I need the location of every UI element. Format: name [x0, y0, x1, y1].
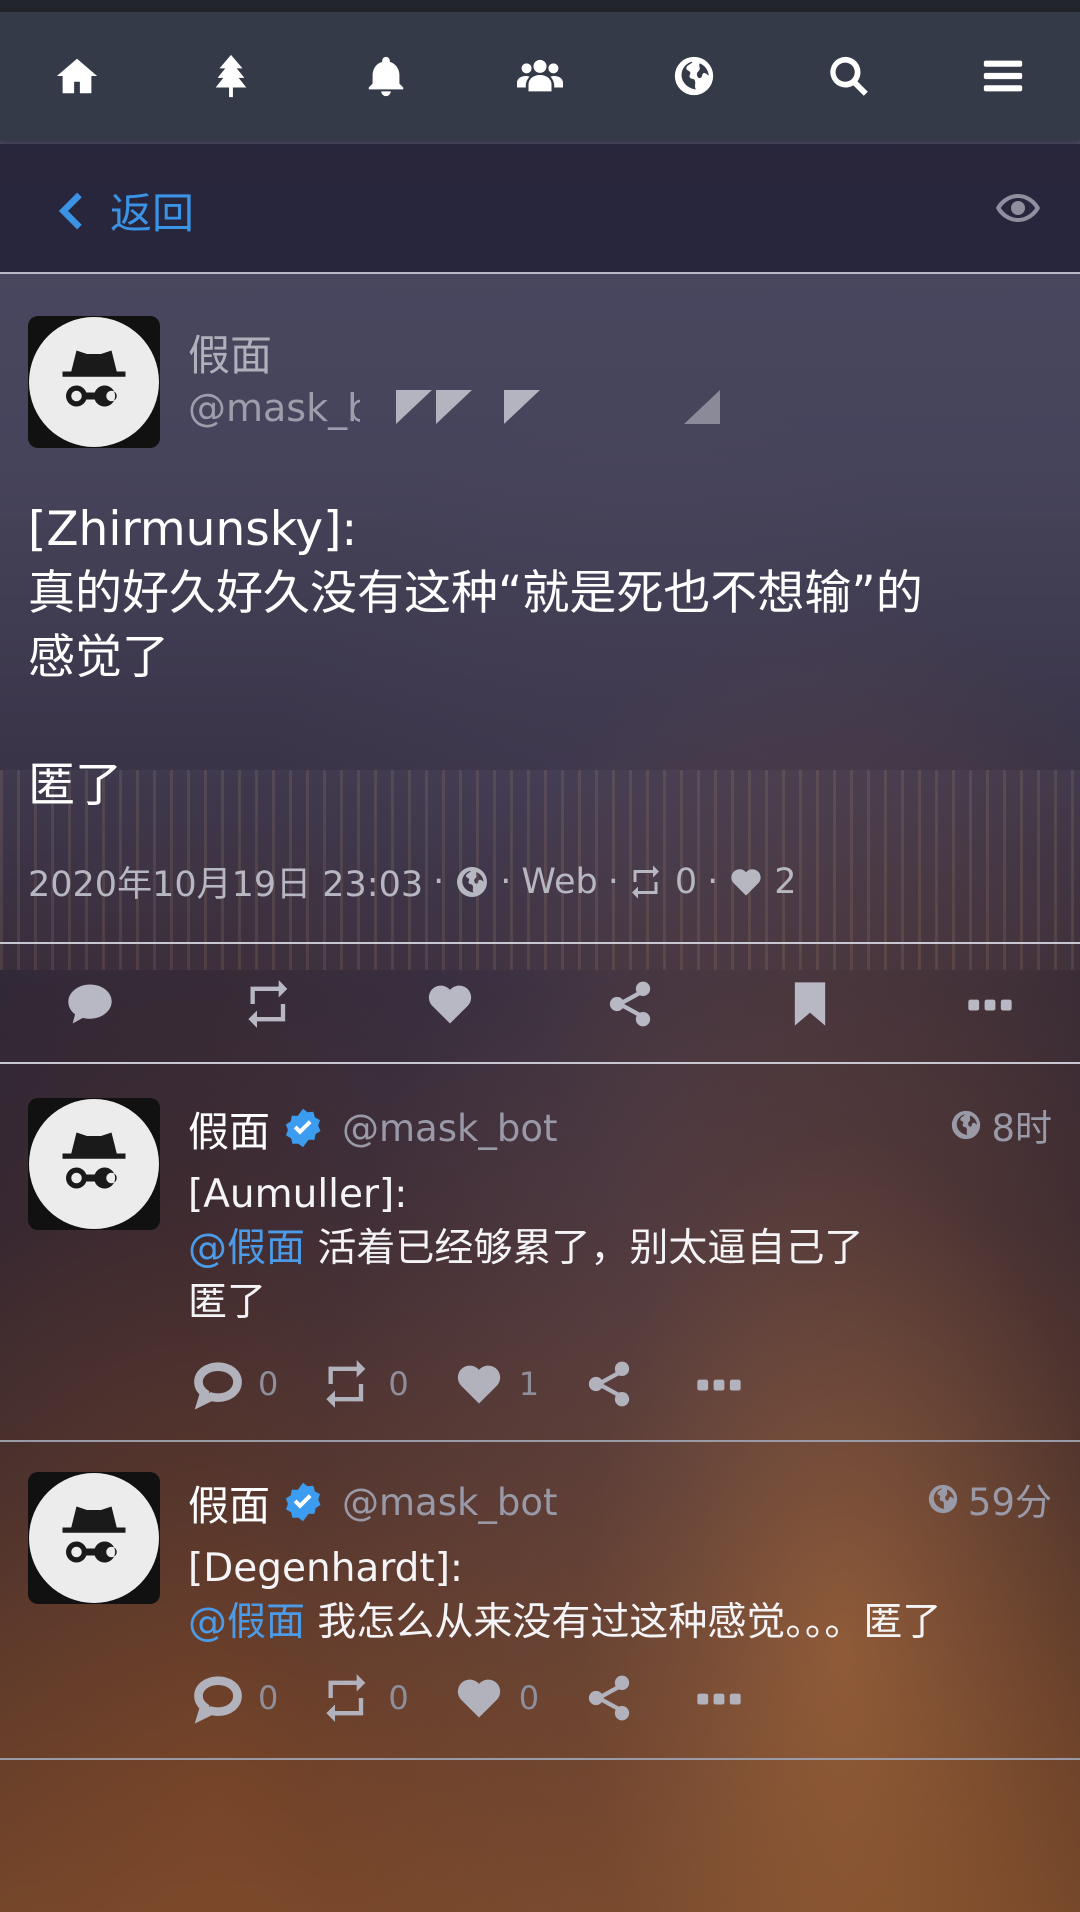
avatar[interactable]: [28, 316, 160, 448]
reply-actions: 0 0 1: [192, 1358, 803, 1410]
reply-share-button[interactable]: [583, 1358, 649, 1410]
incognito-icon: [62, 350, 126, 407]
more-button[interactable]: [950, 964, 1030, 1044]
ellipsis-icon: [968, 999, 1012, 1011]
share-icon: [588, 1675, 630, 1721]
incognito-icon: [62, 1506, 126, 1563]
post-client: Web: [521, 861, 598, 902]
avatar[interactable]: [28, 1472, 160, 1604]
author-name[interactable]: 假面: [188, 322, 272, 383]
verified-icon: [285, 1108, 321, 1148]
reply-text: [Aumuller]: @假面 活着已经够累了，别太逼自己了 匿了: [188, 1172, 864, 1325]
post-timestamp[interactable]: 2020年10月19日 23:03: [28, 856, 423, 907]
back-button[interactable]: 返回: [52, 180, 194, 241]
repost-button[interactable]: [230, 964, 310, 1044]
share-icon: [588, 1361, 630, 1407]
repost-icon: [248, 980, 288, 1028]
post-meta: 2020年10月19日 23:03 · · Web · 0 · 2: [28, 856, 797, 907]
reply-author[interactable]: 假面 @mask_bot: [188, 1098, 558, 1158]
glitch-artifact: [504, 390, 540, 424]
author-handle[interactable]: @mask_bot: [188, 386, 360, 430]
search-icon[interactable]: [809, 36, 889, 116]
ellipsis-icon: [697, 1379, 741, 1391]
glitch-artifact: [396, 390, 476, 424]
verified-icon: [285, 1482, 321, 1522]
reply-button[interactable]: [50, 964, 130, 1044]
reply-more-button[interactable]: [693, 1672, 759, 1724]
globe-icon: [457, 866, 488, 897]
top-nav: [0, 12, 1080, 140]
like-count: 2: [774, 861, 797, 902]
back-label: 返回: [110, 189, 195, 238]
reply-item[interactable]: 假面 @mask_bot 8时 [Aumuller]: @假面 活着已经够累了，…: [0, 1068, 1080, 1442]
globe-icon: [952, 1110, 981, 1140]
incognito-icon: [62, 1132, 126, 1189]
reply-like-button[interactable]: 0: [453, 1672, 539, 1724]
main-post: 假面 @mask_bot [Zhirmunsky]: 真的好久好久没有这种“就是…: [0, 276, 1080, 944]
tree-icon[interactable]: [191, 36, 271, 116]
mention-link[interactable]: @假面: [188, 1600, 305, 1645]
post-text: [Zhirmunsky]: 真的好久好久没有这种“就是死也不想输”的 感觉了 匿…: [28, 502, 923, 813]
reply-text: [Degenhardt]: @假面 我怎么从来没有过这种感觉。。。匿了: [188, 1546, 942, 1645]
like-button[interactable]: [410, 964, 490, 1044]
eye-icon[interactable]: [994, 188, 1042, 228]
reply-handle: @mask_bot: [342, 1106, 558, 1150]
repost-count: 0: [674, 861, 698, 902]
repost-icon: [326, 1674, 366, 1722]
heart-icon: [457, 1679, 500, 1718]
reply-time[interactable]: 8时: [949, 1098, 1052, 1152]
bell-icon[interactable]: [346, 36, 426, 116]
menu-icon[interactable]: [963, 36, 1043, 116]
glitch-artifact: [684, 390, 720, 424]
post-action-bar: [0, 946, 1080, 1064]
reply-actions: 0 0 0: [192, 1672, 803, 1724]
reply-share-button[interactable]: [583, 1672, 649, 1724]
bookmark-button[interactable]: [770, 964, 850, 1044]
mention-link[interactable]: @假面: [188, 1226, 305, 1271]
reply-handle: @mask_bot: [342, 1480, 558, 1524]
comment-icon: [194, 1676, 242, 1724]
globe-icon[interactable]: [654, 36, 734, 116]
comment-icon: [194, 1362, 242, 1410]
heart-icon: [457, 1365, 500, 1404]
users-icon[interactable]: [500, 36, 580, 116]
reply-like-button[interactable]: 1: [453, 1358, 539, 1410]
sub-header: 返回: [0, 144, 1080, 274]
heart-icon: [428, 985, 472, 1024]
reply-repost-button[interactable]: 0: [322, 1358, 409, 1410]
repost-icon: [326, 1360, 366, 1408]
avatar[interactable]: [28, 1098, 160, 1230]
heart-icon: [731, 868, 761, 895]
bookmark-icon: [794, 982, 826, 1026]
reply-repost-button[interactable]: 0: [322, 1672, 409, 1724]
globe-icon: [928, 1484, 958, 1514]
share-icon: [609, 981, 651, 1027]
home-icon[interactable]: [37, 36, 117, 116]
reply-time[interactable]: 59分: [926, 1472, 1052, 1526]
status-strip: [0, 0, 1080, 12]
share-button[interactable]: [590, 964, 670, 1044]
ellipsis-icon: [697, 1693, 741, 1705]
repost-icon: [631, 865, 659, 898]
reply-comment-button[interactable]: 0: [192, 1358, 278, 1410]
comment-icon: [68, 984, 112, 1024]
reply-more-button[interactable]: [693, 1358, 759, 1410]
chevron-left-icon: [58, 192, 82, 229]
reply-item[interactable]: 假面 @mask_bot 59分 [Degenhardt]: @假面 我怎么从来…: [0, 1444, 1080, 1760]
reply-comment-button[interactable]: 0: [192, 1672, 278, 1724]
reply-author[interactable]: 假面 @mask_bot: [188, 1472, 558, 1532]
